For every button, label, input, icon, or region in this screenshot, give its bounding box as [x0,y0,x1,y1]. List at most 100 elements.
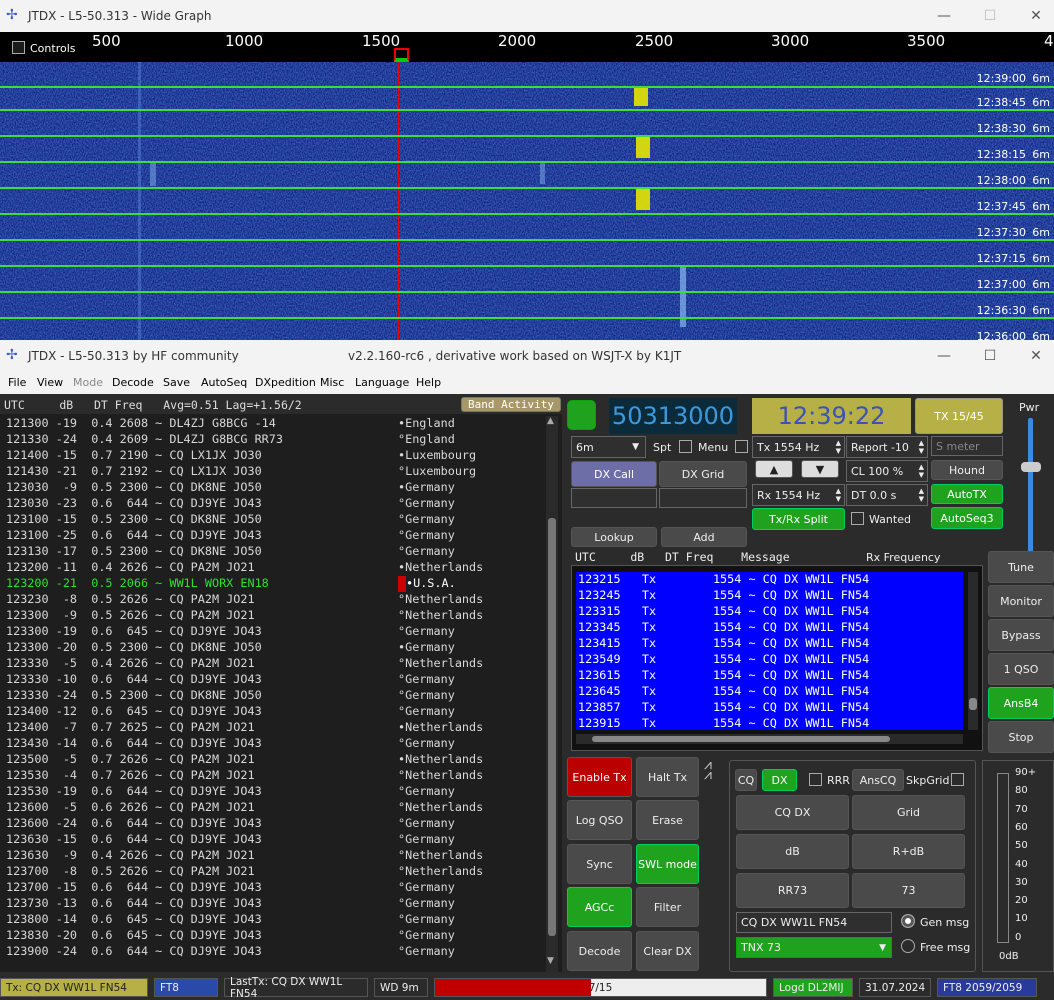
menu-file[interactable]: File [8,376,26,389]
rrr-checkbox[interactable] [809,773,822,786]
rx-row[interactable]: 123215 Tx 1554 ~ CQ DX WW1L FN54 [578,572,869,586]
decode-row[interactable]: 121400 -15 0.7 2190 ~ CQ LX1JX JO30 [6,448,262,464]
decode-row[interactable]: 123530 -19 0.6 644 ~ CQ DJ9YE JO43 [6,784,262,800]
filter-button[interactable]: Filter [636,887,699,927]
agcc-button[interactable]: AGCc [567,887,632,927]
maximize-icon[interactable]: ☐ [980,6,1000,26]
decode-row[interactable]: 123200 -11 0.4 2626 ~ CQ PA2M JO21 [6,560,255,576]
spinner-icon[interactable]: ▲ ▼ [919,463,924,479]
dt-field[interactable]: DT 0.0 s ▲ ▼ [846,484,928,506]
tx-period-button[interactable]: TX 15/45 [915,398,1003,434]
autotx-button[interactable]: AutoTX [931,484,1003,504]
minimize-icon[interactable]: — [934,346,954,366]
menu-checkbox[interactable] [735,440,748,453]
rx-frequency-panel[interactable]: 123215 Tx 1554 ~ CQ DX WW1L FN54 123245 T… [571,565,983,751]
menu-mode[interactable]: Mode [73,376,103,389]
decode-row[interactable]: 123800 -14 0.6 645 ~ CQ DJ9YE JO43 [6,912,262,928]
decode-row[interactable]: 123200 -21 0.5 2066 ~ WW1L WORX EN18 [6,576,269,592]
tune-button[interactable]: Tune [988,551,1054,583]
skpgrid-checkbox[interactable] [951,773,964,786]
frequency-display[interactable]: 50313000 [609,398,737,434]
tx-frequency-field[interactable]: Tx 1554 Hz ▲ ▼ [752,436,845,458]
controls-checkbox[interactable] [12,41,25,54]
decode-row[interactable]: 123400 -12 0.6 645 ~ CQ DJ9YE JO43 [6,704,262,720]
rx-scroll-thumb[interactable] [969,698,977,710]
decode-row[interactable]: 123700 -15 0.6 644 ~ CQ DJ9YE JO43 [6,880,262,896]
decode-row[interactable]: 123130 -17 0.5 2300 ~ CQ DK8NE JO50 [6,544,262,560]
decode-row[interactable]: 123330 -10 0.6 644 ~ CQ DJ9YE JO43 [6,672,262,688]
frequency-scale[interactable]: Controls 500 1000 1500 2000 2500 3000 35… [0,32,1054,62]
spt-checkbox[interactable] [679,440,692,453]
decode-row[interactable]: 123230 -8 0.5 2626 ~ CQ PA2M JO21 [6,592,255,608]
decode-scrollbar[interactable]: ▲ ▼ [546,416,558,972]
sync-button[interactable]: Sync [567,844,632,884]
decode-button[interactable]: Decode [567,931,632,971]
spinner-icon[interactable]: ▲ ▼ [919,439,924,455]
decode-row[interactable]: 121300 -19 0.4 2608 ~ DL4ZJ G8BCG -14 [6,416,276,432]
gen-message-input[interactable]: CQ DX WW1L FN54 [736,912,892,933]
rx-scrollbar[interactable] [968,572,978,730]
gen-msg-radio[interactable] [901,914,915,928]
spinner-icon[interactable]: ▲ ▼ [836,487,841,503]
maximize-icon[interactable]: ☐ [980,346,1000,366]
rx-row[interactable]: 123315 Tx 1554 ~ CQ DX WW1L FN54 [578,604,869,618]
rx-frequency-field[interactable]: Rx 1554 Hz ▲ ▼ [752,484,845,506]
rr73-button[interactable]: RR73 [736,873,849,908]
scroll-up-icon[interactable]: ▲ [547,416,554,426]
menu-misc[interactable]: Misc [320,376,344,389]
rx-row[interactable]: 123245 Tx 1554 ~ CQ DX WW1L FN54 [578,588,869,602]
rx-row[interactable]: 123615 Tx 1554 ~ CQ DX WW1L FN54 [578,668,869,682]
power-slider-track[interactable] [1028,418,1033,568]
rx-hscrollbar[interactable] [576,734,963,744]
halt-tx-button[interactable]: Halt Tx [636,757,699,797]
menu-view[interactable]: View [37,376,63,389]
clear-dx-button[interactable]: Clear DX [636,931,699,971]
menu-help[interactable]: Help [416,376,441,389]
menu-dxpedition[interactable]: DXpedition [255,376,316,389]
dx-call-input[interactable] [571,488,657,508]
grid-button[interactable]: Grid [852,795,965,830]
decode-row[interactable]: 121330 -24 0.4 2609 ~ DL4ZJ G8BCG RR73 [6,432,283,448]
decode-row[interactable]: 123030 -23 0.6 644 ~ CQ DJ9YE JO43 [6,496,262,512]
decode-row[interactable]: 123600 -5 0.6 2626 ~ CQ PA2M JO21 [6,800,255,816]
decode-row[interactable]: 123530 -4 0.7 2626 ~ CQ PA2M JO21 [6,768,255,784]
decode-row[interactable]: 123830 -20 0.6 645 ~ CQ DJ9YE JO43 [6,928,262,944]
decode-row[interactable]: 123300 -19 0.6 645 ~ CQ DJ9YE JO43 [6,624,262,640]
menu-language[interactable]: Language [355,376,409,389]
decode-scroll-thumb[interactable] [548,518,556,936]
free-message-select[interactable]: TNX 73 ▼ [736,937,892,958]
menu-autoseq[interactable]: AutoSeq [201,376,247,389]
rx-hscroll-thumb[interactable] [592,736,890,742]
73-button[interactable]: 73 [852,873,965,908]
decode-list[interactable]: 121300 -19 0.4 2608 ~ DL4ZJ G8BCG -14 •En… [0,416,544,972]
decode-row[interactable]: 123300 -20 0.5 2300 ~ CQ DK8NE JO50 [6,640,262,656]
band-select[interactable]: 6m ▼ [571,436,646,458]
decode-row[interactable]: 123100 -15 0.5 2300 ~ CQ DK8NE JO50 [6,512,262,528]
minimize-icon[interactable]: — [934,6,954,26]
ansb4-button[interactable]: AnsB4 [988,687,1054,719]
autoseq3-button[interactable]: AutoSeq3 [931,507,1003,529]
dx-grid-button[interactable]: DX Grid [659,461,747,487]
rx-row[interactable]: 123915 Tx 1554 ~ CQ DX WW1L FN54 [578,716,869,730]
swl-mode-button[interactable]: SWL mode [636,844,699,884]
stop-button[interactable]: Stop [988,721,1054,753]
r-db-button[interactable]: R+dB [852,834,965,869]
decode-row[interactable]: 123600 -24 0.6 644 ~ CQ DJ9YE JO43 [6,816,262,832]
hound-button[interactable]: Hound [931,460,1003,480]
free-msg-radio[interactable] [901,939,915,953]
close-icon[interactable]: ✕ [1026,6,1046,26]
power-slider-handle[interactable] [1021,462,1041,472]
monitor-button[interactable]: Monitor [988,585,1054,617]
up-arrow-icon[interactable]: ▲ [755,460,793,478]
enable-tx-button[interactable]: Enable Tx [567,757,632,797]
decode-row[interactable]: 123630 -9 0.4 2626 ~ CQ PA2M JO21 [6,848,255,864]
decode-row[interactable]: 123700 -8 0.5 2626 ~ CQ PA2M JO21 [6,864,255,880]
log-qso-button[interactable]: Log QSO [567,800,632,840]
add-button[interactable]: Add [661,527,747,547]
bypass-button[interactable]: Bypass [988,619,1054,651]
decode-row[interactable]: 123730 -13 0.6 644 ~ CQ DJ9YE JO43 [6,896,262,912]
decode-row[interactable]: 123630 -15 0.6 644 ~ CQ DJ9YE JO43 [6,832,262,848]
decode-row[interactable]: 123900 -24 0.6 644 ~ CQ DJ9YE JO43 [6,944,262,960]
down-arrow-icon[interactable]: ▼ [801,460,839,478]
lookup-button[interactable]: Lookup [571,527,657,547]
